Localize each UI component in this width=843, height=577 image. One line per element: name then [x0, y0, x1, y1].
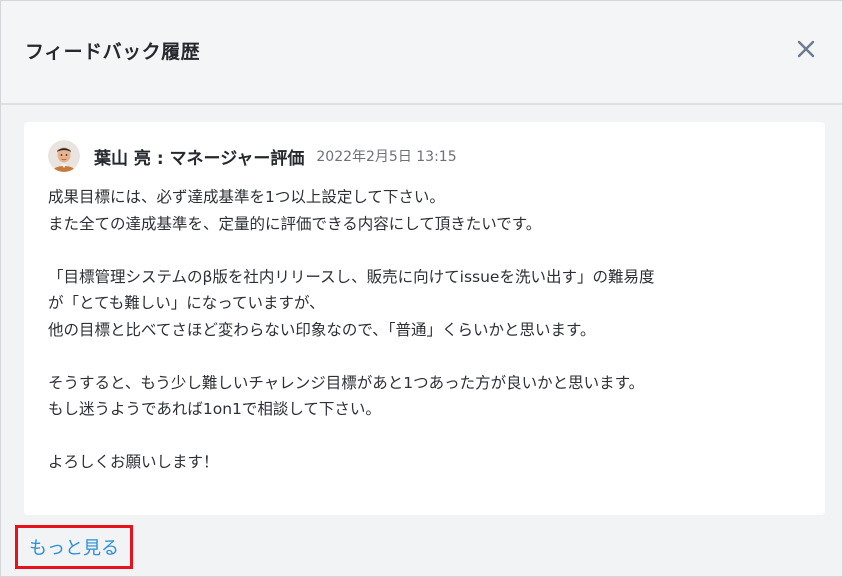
- dialog-header: フィードバック履歴: [1, 1, 842, 105]
- close-icon: [797, 40, 815, 58]
- avatar: [48, 140, 80, 172]
- message-line: 他の目標と比べてさほど変わらない印象なので、「普通」くらいかと思います。: [48, 320, 596, 339]
- message-line: また全ての達成基準を、定量的に評価できる内容にして頂きたいです。: [48, 214, 542, 233]
- feedback-message: 成果目標には、必ず達成基準を1つ以上設定して下さい。 また全ての達成基準を、定量…: [48, 184, 808, 476]
- message-line: 「目標管理システムのβ版を社内リリースし、販売に向けてissueを洗い出す」の難…: [48, 267, 655, 286]
- feedback-card: 葉山 亮 : マネージャー評価 2022年2月5日 13:15 成果目標には、必…: [24, 122, 825, 515]
- author-label: 葉山 亮 : マネージャー評価: [94, 148, 305, 169]
- message-line: が「とても難しい」になっていますが、: [48, 294, 325, 312]
- message-line: もし迷うようであれば1on1で相談して下さい。: [48, 400, 381, 418]
- feedback-timestamp: 2022年2月5日 13:15: [316, 149, 457, 165]
- feedback-header: 葉山 亮 : マネージャー評価 2022年2月5日 13:15: [48, 138, 457, 174]
- show-more-link[interactable]: もっと見る: [15, 525, 133, 569]
- close-button[interactable]: [791, 34, 821, 64]
- message-line: [48, 237, 808, 264]
- user-avatar-icon: [48, 140, 80, 172]
- message-line: そうすると、もう少し難しいチャレンジ目標があと1つあった方が良いかと思います。: [48, 373, 645, 392]
- message-line: [48, 423, 808, 450]
- dialog-title: フィードバック履歴: [25, 41, 201, 63]
- message-line: よろしくお願いします！: [48, 453, 219, 471]
- feedback-history-dialog: フィードバック履歴 葉山 亮: マネージャー評価 2022年2月5日 13:1…: [0, 0, 843, 577]
- dialog-body: 葉山 亮 : マネージャー評価 2022年2月5日 13:15 成果目標には、必…: [1, 105, 842, 576]
- message-line: [48, 343, 808, 370]
- message-line: 成果目標には、必ず達成基準を1つ以上設定して下さい。: [48, 188, 445, 206]
